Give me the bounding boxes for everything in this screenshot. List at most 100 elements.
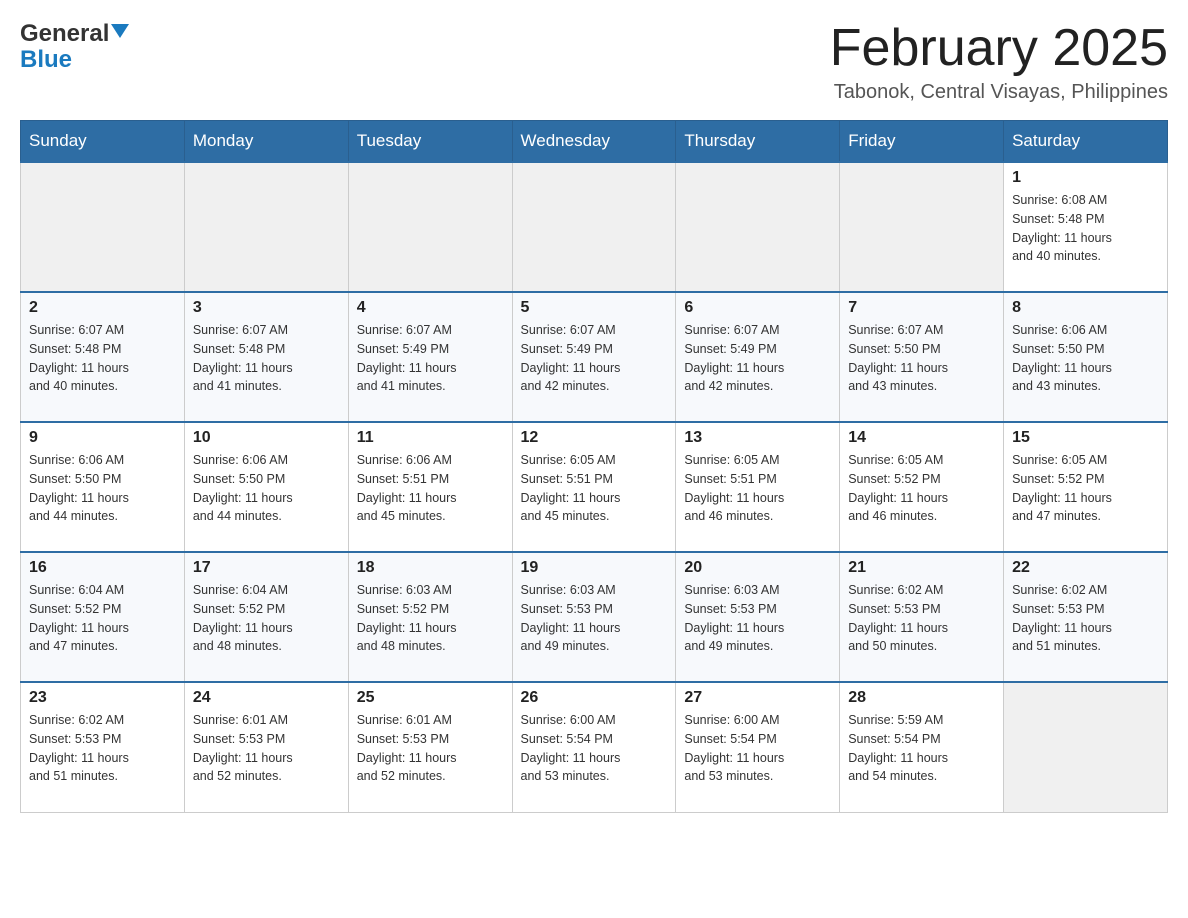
calendar-cell: 2 Sunrise: 6:07 AM Sunset: 5:48 PM Daylig… (21, 292, 185, 422)
day-number: 14 (848, 429, 995, 447)
col-sunday: Sunday (21, 121, 185, 163)
location-title: Tabonok, Central Visayas, Philippines (830, 81, 1168, 104)
calendar-cell: 28 Sunrise: 5:59 AM Sunset: 5:54 PM Dayli… (840, 682, 1004, 812)
day-info: Sunrise: 6:05 AM Sunset: 5:51 PM Dayligh… (521, 451, 668, 526)
calendar-cell (840, 162, 1004, 292)
calendar-cell (1004, 682, 1168, 812)
day-info: Sunrise: 6:00 AM Sunset: 5:54 PM Dayligh… (521, 711, 668, 786)
calendar-cell (184, 162, 348, 292)
calendar-cell: 19Sunrise: 6:03 AM Sunset: 5:53 PM Dayli… (512, 552, 676, 682)
calendar-cell: 5 Sunrise: 6:07 AM Sunset: 5:49 PM Daylig… (512, 292, 676, 422)
col-thursday: Thursday (676, 121, 840, 163)
calendar-cell: 15 Sunrise: 6:05 AM Sunset: 5:52 PM Dayli… (1004, 422, 1168, 552)
calendar-cell: 13 Sunrise: 6:05 AM Sunset: 5:51 PM Dayli… (676, 422, 840, 552)
calendar-cell: 8Sunrise: 6:06 AM Sunset: 5:50 PM Daylig… (1004, 292, 1168, 422)
calendar-cell (21, 162, 185, 292)
logo-arrow-icon (111, 24, 129, 43)
calendar-cell (348, 162, 512, 292)
day-number: 3 (193, 299, 340, 317)
col-saturday: Saturday (1004, 121, 1168, 163)
day-number: 16 (29, 559, 176, 577)
calendar-cell: 14 Sunrise: 6:05 AM Sunset: 5:52 PM Dayli… (840, 422, 1004, 552)
logo: General Blue (20, 20, 129, 74)
logo-general-text: General (20, 20, 109, 48)
day-info: Sunrise: 6:01 AM Sunset: 5:53 PM Dayligh… (193, 711, 340, 786)
day-info: Sunrise: 6:07 AM Sunset: 5:49 PM Dayligh… (357, 321, 504, 396)
day-number: 13 (684, 429, 831, 447)
calendar-cell (676, 162, 840, 292)
week-row-2: 2 Sunrise: 6:07 AM Sunset: 5:48 PM Daylig… (21, 292, 1168, 422)
col-wednesday: Wednesday (512, 121, 676, 163)
day-number: 22 (1012, 559, 1159, 577)
calendar-cell: 27Sunrise: 6:00 AM Sunset: 5:54 PM Dayli… (676, 682, 840, 812)
day-info: Sunrise: 6:07 AM Sunset: 5:49 PM Dayligh… (684, 321, 831, 396)
day-number: 26 (521, 689, 668, 707)
col-friday: Friday (840, 121, 1004, 163)
calendar-cell: 4 Sunrise: 6:07 AM Sunset: 5:49 PM Daylig… (348, 292, 512, 422)
calendar-cell: 7 Sunrise: 6:07 AM Sunset: 5:50 PM Daylig… (840, 292, 1004, 422)
day-info: Sunrise: 6:07 AM Sunset: 5:50 PM Dayligh… (848, 321, 995, 396)
day-number: 24 (193, 689, 340, 707)
calendar-table: Sunday Monday Tuesday Wednesday Thursday… (20, 120, 1168, 813)
day-number: 11 (357, 429, 504, 447)
day-number: 28 (848, 689, 995, 707)
day-number: 21 (848, 559, 995, 577)
day-info: Sunrise: 6:02 AM Sunset: 5:53 PM Dayligh… (1012, 581, 1159, 656)
week-row-5: 23 Sunrise: 6:02 AM Sunset: 5:53 PM Dayli… (21, 682, 1168, 812)
calendar-cell (512, 162, 676, 292)
day-number: 27 (684, 689, 831, 707)
day-info: Sunrise: 6:07 AM Sunset: 5:48 PM Dayligh… (193, 321, 340, 396)
day-number: 10 (193, 429, 340, 447)
day-number: 15 (1012, 429, 1159, 447)
day-number: 17 (193, 559, 340, 577)
day-number: 4 (357, 299, 504, 317)
day-info: Sunrise: 6:04 AM Sunset: 5:52 PM Dayligh… (29, 581, 176, 656)
calendar-cell: 6 Sunrise: 6:07 AM Sunset: 5:49 PM Daylig… (676, 292, 840, 422)
day-info: Sunrise: 6:05 AM Sunset: 5:52 PM Dayligh… (1012, 451, 1159, 526)
calendar-cell: 17 Sunrise: 6:04 AM Sunset: 5:52 PM Dayli… (184, 552, 348, 682)
month-title: February 2025 (830, 20, 1168, 77)
calendar-cell: 21 Sunrise: 6:02 AM Sunset: 5:53 PM Dayli… (840, 552, 1004, 682)
day-number: 25 (357, 689, 504, 707)
page-header: General Blue February 2025 Tabonok, Cent… (20, 20, 1168, 104)
day-info: Sunrise: 6:07 AM Sunset: 5:48 PM Dayligh… (29, 321, 176, 396)
day-info: Sunrise: 6:05 AM Sunset: 5:52 PM Dayligh… (848, 451, 995, 526)
col-monday: Monday (184, 121, 348, 163)
day-info: Sunrise: 6:06 AM Sunset: 5:51 PM Dayligh… (357, 451, 504, 526)
day-number: 20 (684, 559, 831, 577)
day-info: Sunrise: 6:03 AM Sunset: 5:53 PM Dayligh… (684, 581, 831, 656)
day-info: Sunrise: 6:06 AM Sunset: 5:50 PM Dayligh… (1012, 321, 1159, 396)
calendar-cell: 3 Sunrise: 6:07 AM Sunset: 5:48 PM Daylig… (184, 292, 348, 422)
day-info: Sunrise: 6:01 AM Sunset: 5:53 PM Dayligh… (357, 711, 504, 786)
week-row-1: 1Sunrise: 6:08 AM Sunset: 5:48 PM Daylig… (21, 162, 1168, 292)
day-info: Sunrise: 6:05 AM Sunset: 5:51 PM Dayligh… (684, 451, 831, 526)
day-number: 23 (29, 689, 176, 707)
logo-blue-text: Blue (20, 46, 72, 73)
day-number: 5 (521, 299, 668, 317)
day-info: Sunrise: 6:04 AM Sunset: 5:52 PM Dayligh… (193, 581, 340, 656)
day-number: 7 (848, 299, 995, 317)
day-info: Sunrise: 6:06 AM Sunset: 5:50 PM Dayligh… (29, 451, 176, 526)
day-info: Sunrise: 5:59 AM Sunset: 5:54 PM Dayligh… (848, 711, 995, 786)
week-row-4: 16 Sunrise: 6:04 AM Sunset: 5:52 PM Dayli… (21, 552, 1168, 682)
calendar-cell: 1Sunrise: 6:08 AM Sunset: 5:48 PM Daylig… (1004, 162, 1168, 292)
calendar-cell: 12 Sunrise: 6:05 AM Sunset: 5:51 PM Dayli… (512, 422, 676, 552)
day-info: Sunrise: 6:07 AM Sunset: 5:49 PM Dayligh… (521, 321, 668, 396)
calendar-cell: 9 Sunrise: 6:06 AM Sunset: 5:50 PM Daylig… (21, 422, 185, 552)
day-info: Sunrise: 6:03 AM Sunset: 5:52 PM Dayligh… (357, 581, 504, 656)
calendar-cell: 10Sunrise: 6:06 AM Sunset: 5:50 PM Dayli… (184, 422, 348, 552)
title-block: February 2025 Tabonok, Central Visayas, … (830, 20, 1168, 104)
day-number: 12 (521, 429, 668, 447)
week-row-3: 9 Sunrise: 6:06 AM Sunset: 5:50 PM Daylig… (21, 422, 1168, 552)
col-tuesday: Tuesday (348, 121, 512, 163)
day-info: Sunrise: 6:08 AM Sunset: 5:48 PM Dayligh… (1012, 191, 1159, 266)
day-info: Sunrise: 6:02 AM Sunset: 5:53 PM Dayligh… (29, 711, 176, 786)
day-number: 2 (29, 299, 176, 317)
day-info: Sunrise: 6:02 AM Sunset: 5:53 PM Dayligh… (848, 581, 995, 656)
calendar-cell: 23 Sunrise: 6:02 AM Sunset: 5:53 PM Dayli… (21, 682, 185, 812)
day-number: 9 (29, 429, 176, 447)
calendar-cell: 18Sunrise: 6:03 AM Sunset: 5:52 PM Dayli… (348, 552, 512, 682)
day-number: 6 (684, 299, 831, 317)
calendar-cell: 26 Sunrise: 6:00 AM Sunset: 5:54 PM Dayli… (512, 682, 676, 812)
day-info: Sunrise: 6:03 AM Sunset: 5:53 PM Dayligh… (521, 581, 668, 656)
